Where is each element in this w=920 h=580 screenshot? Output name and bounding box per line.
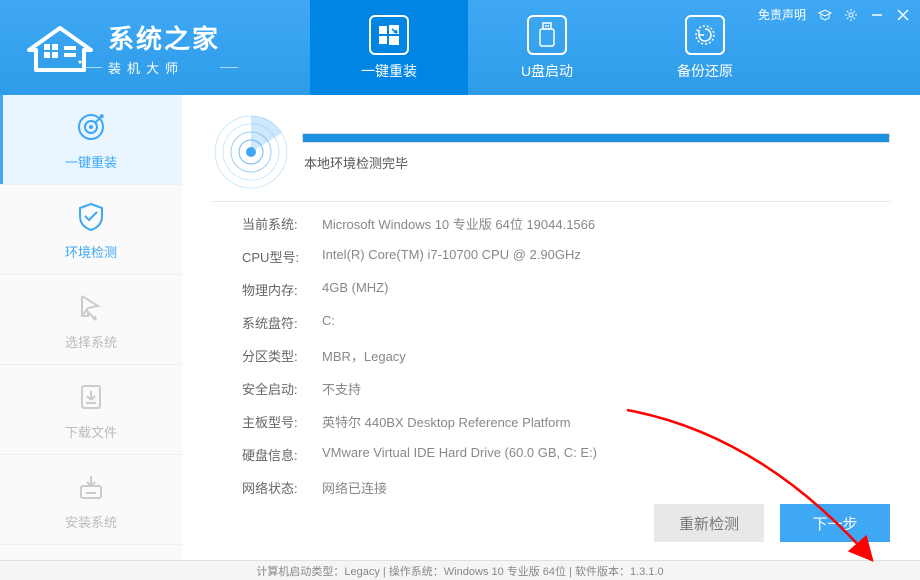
shield-check-icon: [72, 198, 110, 236]
info-value: Intel(R) Core(TM) i7-10700 CPU @ 2.90GHz: [322, 247, 581, 266]
action-buttons: 重新检测 下一步: [654, 504, 890, 542]
logo-icon: [20, 18, 100, 78]
progress-row: 本地环境检测完毕: [212, 113, 890, 191]
sidebar-label: 环境检测: [65, 242, 117, 261]
info-label: 分区类型:: [242, 346, 322, 365]
info-value: C:: [322, 313, 335, 332]
info-row: 主板型号:英特尔 440BX Desktop Reference Platfor…: [242, 412, 890, 431]
settings-icon[interactable]: [844, 8, 858, 22]
info-row: 系统盘符:C:: [242, 313, 890, 332]
radar-icon: [212, 113, 290, 191]
app-title: 系统之家: [108, 19, 220, 56]
info-label: 主板型号:: [242, 412, 322, 431]
footer: 计算机启动类型：Legacy | 操作系统：Windows 10 专业版 64位…: [0, 560, 920, 580]
tab-usb-boot[interactable]: U盘启动: [468, 0, 626, 95]
target-icon: [72, 108, 110, 146]
tab-label: 备份还原: [677, 61, 733, 81]
info-row: 安全启动:不支持: [242, 379, 890, 398]
sidebar-item-select-system[interactable]: 选择系统: [0, 275, 182, 365]
info-row: 硬盘信息:VMware Virtual IDE Hard Drive (60.0…: [242, 445, 890, 464]
sidebar-label: 选择系统: [65, 332, 117, 351]
info-row: 当前系统:Microsoft Windows 10 专业版 64位 19044.…: [242, 214, 890, 233]
logo-area: 系统之家 装机大师: [0, 18, 310, 78]
sidebar-label: 一键重装: [65, 152, 117, 171]
windows-icon: [369, 15, 409, 55]
tab-reinstall[interactable]: 一键重装: [310, 0, 468, 95]
tab-label: U盘启动: [521, 61, 573, 81]
disclaimer-link[interactable]: 免责声明: [758, 6, 806, 23]
info-list: 当前系统:Microsoft Windows 10 专业版 64位 19044.…: [212, 214, 890, 497]
install-icon: [72, 468, 110, 506]
restore-icon: [685, 15, 725, 55]
info-label: 当前系统:: [242, 214, 322, 233]
sidebar-item-env-check[interactable]: 环境检测: [0, 185, 182, 275]
info-value: 网络已连接: [322, 478, 387, 497]
sidebar-item-download[interactable]: 下载文件: [0, 365, 182, 455]
info-value: VMware Virtual IDE Hard Drive (60.0 GB, …: [322, 445, 597, 464]
graduation-icon[interactable]: [818, 8, 832, 22]
tab-label: 一键重装: [361, 61, 417, 81]
sidebar-label: 下载文件: [65, 422, 117, 441]
close-icon[interactable]: [896, 8, 910, 22]
header-tabs: 一键重装 U盘启动 备份还原: [310, 0, 784, 95]
info-row: 物理内存:4GB (MHZ): [242, 280, 890, 299]
sidebar-label: 安装系统: [65, 512, 117, 531]
info-label: 安全启动:: [242, 379, 322, 398]
recheck-button[interactable]: 重新检测: [654, 504, 764, 542]
header: 系统之家 装机大师 一键重装 U盘启动 备份还原 免责声明: [0, 0, 920, 95]
app-subtitle: 装机大师: [108, 58, 220, 77]
info-value: 英特尔 440BX Desktop Reference Platform: [322, 412, 571, 431]
progress-bar: [302, 133, 890, 143]
info-label: 系统盘符:: [242, 313, 322, 332]
info-row: 网络状态:网络已连接: [242, 478, 890, 497]
logo-text: 系统之家 装机大师: [108, 19, 220, 77]
body: 一键重装 环境检测 选择系统 下载文件 安装系统: [0, 95, 920, 560]
info-label: 硬盘信息:: [242, 445, 322, 464]
sidebar-item-install[interactable]: 安装系统: [0, 455, 182, 545]
info-row: CPU型号:Intel(R) Core(TM) i7-10700 CPU @ 2…: [242, 247, 890, 266]
download-icon: [72, 378, 110, 416]
divider: [212, 201, 890, 202]
cursor-icon: [72, 288, 110, 326]
info-value: Microsoft Windows 10 专业版 64位 19044.1566: [322, 214, 595, 233]
minimize-icon[interactable]: [870, 8, 884, 22]
footer-text: 计算机启动类型：Legacy | 操作系统：Windows 10 专业版 64位…: [256, 563, 663, 579]
usb-icon: [527, 15, 567, 55]
info-value: MBR，Legacy: [322, 346, 406, 365]
info-row: 分区类型:MBR，Legacy: [242, 346, 890, 365]
progress-area: 本地环境检测完毕: [302, 133, 890, 172]
progress-status: 本地环境检测完毕: [302, 153, 890, 172]
sidebar: 一键重装 环境检测 选择系统 下载文件 安装系统: [0, 95, 182, 560]
next-button[interactable]: 下一步: [780, 504, 890, 542]
info-value: 4GB (MHZ): [322, 280, 388, 299]
info-value: 不支持: [322, 379, 361, 398]
main-content: 本地环境检测完毕 当前系统:Microsoft Windows 10 专业版 6…: [182, 95, 920, 560]
sidebar-item-reinstall[interactable]: 一键重装: [0, 95, 182, 185]
info-label: 网络状态:: [242, 478, 322, 497]
info-label: 物理内存:: [242, 280, 322, 299]
info-label: CPU型号:: [242, 247, 322, 266]
window-controls: 免责声明: [758, 6, 910, 23]
